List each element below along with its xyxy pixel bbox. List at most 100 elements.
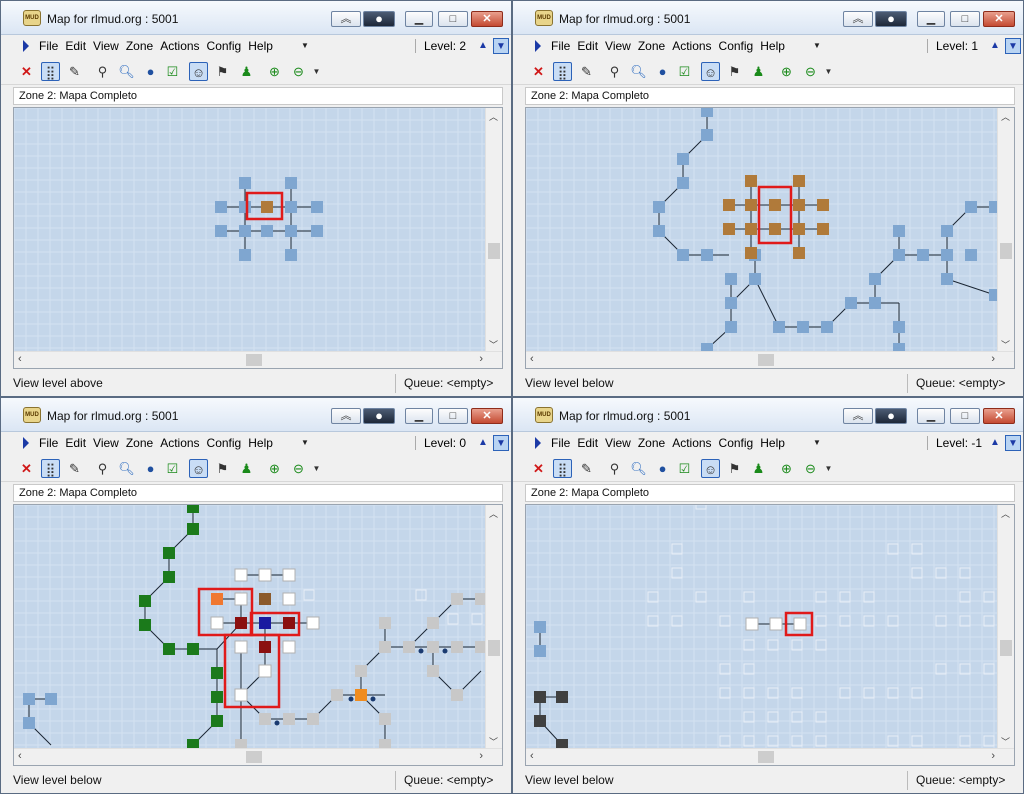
chevron-down-icon[interactable]: ▼ [813,438,821,447]
checkbox-icon[interactable]: ☑ [163,62,182,81]
maximize-button[interactable]: □ [950,11,980,27]
map-canvas[interactable]: ︿ ﹀ ‹ › [525,504,1015,766]
zoom-dropdown-icon[interactable]: ▼ [307,459,326,478]
horizontal-scrollbar[interactable]: ‹ › [14,748,502,765]
map-canvas[interactable]: ︿ ﹀ ‹ › [13,504,503,766]
walk-shield-icon[interactable]: ⚑ [725,459,744,478]
menu-view[interactable]: View [93,436,119,450]
level-up-button[interactable]: ▲ [987,38,1003,54]
horizontal-scrollbar[interactable]: ‹ › [526,748,1014,765]
walk-shield-icon[interactable]: ⚑ [725,62,744,81]
zoom-out-icon[interactable]: ⊖ [801,62,820,81]
chevron-down-icon[interactable]: ▼ [301,41,309,50]
level-up-button[interactable]: ▲ [475,38,491,54]
find-room-icon[interactable]: ● [653,62,672,81]
menu-edit[interactable]: Edit [65,436,86,450]
grid-dots-icon[interactable]: ⣿ [41,459,60,478]
menu-file[interactable]: File [551,39,570,53]
vertical-scrollbar[interactable]: ︿ ﹀ [997,505,1014,750]
minimize-button[interactable]: ▁ [405,11,433,27]
delete-x-icon[interactable]: ✕ [17,62,36,81]
map-canvas[interactable]: ︿ ﹀ ‹ › [525,107,1015,369]
vertical-scroll-thumb[interactable] [488,243,500,259]
minimize-button[interactable]: ▁ [917,11,945,27]
menu-edit[interactable]: Edit [65,39,86,53]
binoculars-icon[interactable]: ⚲ [605,62,624,81]
menu-config[interactable]: Config [719,436,754,450]
walk-person-icon[interactable]: ☺ [189,62,208,81]
binoculars-icon[interactable]: ⚲ [93,459,112,478]
horizontal-scroll-thumb[interactable] [246,751,262,763]
menu-config[interactable]: Config [207,39,242,53]
horizontal-scroll-thumb[interactable] [758,751,774,763]
vertical-scroll-thumb[interactable] [488,640,500,656]
find-room-icon[interactable]: ● [141,459,160,478]
vertical-scroll-thumb[interactable] [1000,243,1012,259]
menu-actions[interactable]: Actions [160,39,199,53]
delete-x-icon[interactable]: ✕ [17,459,36,478]
level-up-button[interactable]: ▲ [475,435,491,451]
scroll-down-icon[interactable]: ﹀ [1001,338,1010,351]
find-room-icon[interactable]: ● [653,459,672,478]
horizontal-scroll-thumb[interactable] [246,354,262,366]
title-bar[interactable]: MUD Map for rlmud.org : 5001 ︽ ● ▁ □ ✕ [513,1,1023,35]
menu-help[interactable]: Help [248,39,273,53]
vertical-scrollbar[interactable]: ︿ ﹀ [485,108,502,353]
grid-dots-icon[interactable]: ⣿ [553,62,572,81]
scroll-right-icon[interactable]: › [479,750,483,762]
scroll-down-icon[interactable]: ﹀ [489,338,498,351]
zoom-dropdown-icon[interactable]: ▼ [307,62,326,81]
delete-x-icon[interactable]: ✕ [529,62,548,81]
close-button[interactable]: ✕ [983,408,1015,424]
grid-dots-icon[interactable]: ⣿ [41,62,60,81]
menu-file[interactable]: File [39,39,58,53]
roll-up-button[interactable]: ︽ [331,11,361,27]
level-down-button[interactable]: ▼ [493,435,509,451]
maximize-button[interactable]: □ [438,11,468,27]
walk-person-icon[interactable]: ☺ [701,459,720,478]
menu-help[interactable]: Help [760,436,785,450]
walk-person-icon[interactable]: ☺ [701,62,720,81]
binoculars-icon[interactable]: ⚲ [93,62,112,81]
scroll-right-icon[interactable]: › [991,750,995,762]
menu-edit[interactable]: Edit [577,436,598,450]
scroll-down-icon[interactable]: ﹀ [489,735,498,748]
map-svg[interactable] [526,108,1015,369]
zoom-dropdown-icon[interactable]: ▼ [819,459,838,478]
walk-shield-icon[interactable]: ⚑ [213,62,232,81]
pin-button[interactable]: ● [875,408,907,424]
horizontal-scrollbar[interactable]: ‹ › [14,351,502,368]
menu-zone[interactable]: Zone [638,436,665,450]
level-down-button[interactable]: ▼ [1005,435,1021,451]
close-button[interactable]: ✕ [983,11,1015,27]
menu-arrow-icon[interactable] [535,437,541,449]
zoom-out-icon[interactable]: ⊖ [289,62,308,81]
menu-actions[interactable]: Actions [160,436,199,450]
menu-file[interactable]: File [39,436,58,450]
minimize-button[interactable]: ▁ [405,408,433,424]
level-down-button[interactable]: ▼ [493,38,509,54]
horizontal-scrollbar[interactable]: ‹ › [526,351,1014,368]
map-svg[interactable] [526,505,1015,766]
menu-arrow-icon[interactable] [535,40,541,52]
zoom-in-icon[interactable]: ⊕ [265,62,284,81]
scroll-up-icon[interactable]: ︿ [489,507,498,520]
menu-arrow-icon[interactable] [23,40,29,52]
zoom-in-icon[interactable]: ⊕ [777,459,796,478]
scroll-right-icon[interactable]: › [479,353,483,365]
pencil-draw-icon[interactable]: ✎ [577,459,596,478]
pencil-draw-icon[interactable]: ✎ [65,62,84,81]
close-button[interactable]: ✕ [471,11,503,27]
close-button[interactable]: ✕ [471,408,503,424]
scroll-up-icon[interactable]: ︿ [489,110,498,123]
scroll-up-icon[interactable]: ︿ [1001,110,1010,123]
magnifier-icon[interactable]: 🔍︎ [629,459,648,478]
vertical-scrollbar[interactable]: ︿ ﹀ [997,108,1014,353]
magnifier-icon[interactable]: 🔍︎ [117,62,136,81]
title-bar[interactable]: MUD Map for rlmud.org : 5001 ︽ ● ▁ □ ✕ [513,398,1023,432]
scroll-left-icon[interactable]: ‹ [530,750,534,762]
binoculars-icon[interactable]: ⚲ [605,459,624,478]
menu-view[interactable]: View [605,436,631,450]
scroll-up-icon[interactable]: ︿ [1001,507,1010,520]
minimize-button[interactable]: ▁ [917,408,945,424]
